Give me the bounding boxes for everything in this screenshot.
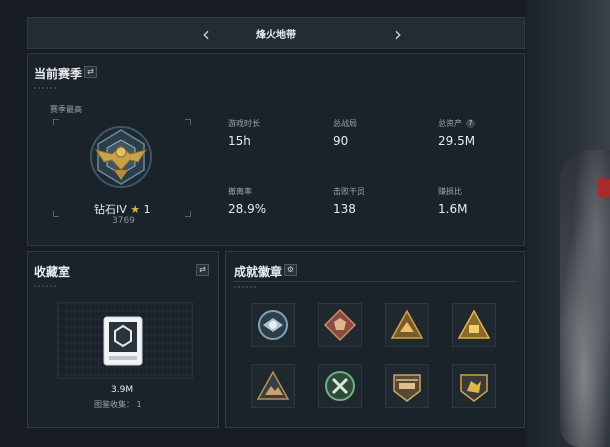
- season-title: 当前赛季: [34, 67, 83, 81]
- diamond-rank-emblem-icon: [90, 126, 152, 188]
- stat-play-time: 游戏时长 15h: [228, 119, 260, 148]
- achievements-title: 成就徽章: [234, 265, 283, 279]
- shield-wings-badge-icon[interactable]: [251, 303, 295, 347]
- cargo-triangle-badge-icon[interactable]: [452, 303, 496, 347]
- map-selector-bar: ‹ 烽火地带 ›: [27, 17, 525, 49]
- swap-icon[interactable]: ⇄: [84, 66, 97, 78]
- stat-total-assets: 总资产? 29.5M: [438, 119, 476, 148]
- green-cross-badge-icon[interactable]: [318, 364, 362, 408]
- map-title: 烽火地带: [256, 29, 296, 41]
- gear-icon[interactable]: ⚙: [284, 264, 297, 276]
- mountain-triangle-badge-icon[interactable]: [251, 364, 295, 408]
- collection-title: 收藏室: [34, 265, 71, 279]
- chevron-left-icon[interactable]: ‹: [196, 24, 216, 44]
- season-best-label: 赛季最高: [50, 105, 82, 114]
- stat-profit-ratio: 赚损比 1.6M: [438, 187, 468, 216]
- season-panel: 当前赛季 ⇄ 赛季最高 钻石IV ★ 1 3769 游戏时长 15h 总战局 9…: [27, 53, 525, 246]
- rank-name: 钻石IV ★ 1: [94, 203, 151, 216]
- chevron-right-icon[interactable]: ›: [388, 24, 408, 44]
- vault-case-icon: [103, 316, 143, 366]
- star-icon: ★: [130, 203, 141, 216]
- character-accent: [598, 178, 610, 198]
- collection-count: 图鉴收集： 1: [94, 400, 142, 409]
- stat-kills: 击败干员 138: [333, 187, 365, 216]
- helicopter-badge-icon[interactable]: [385, 364, 429, 408]
- swap-icon[interactable]: ⇄: [196, 264, 209, 276]
- title-decoration: [34, 87, 56, 89]
- beast-shield-badge-icon[interactable]: [452, 364, 496, 408]
- achievements-panel: 成就徽章 ⚙: [225, 251, 525, 428]
- title-decoration: [34, 285, 56, 287]
- hunter-triangle-badge-icon[interactable]: [385, 303, 429, 347]
- rank-score: 3769: [112, 216, 135, 226]
- stat-total-matches: 总战局 90: [333, 119, 357, 148]
- help-icon[interactable]: ?: [466, 119, 475, 128]
- collection-panel[interactable]: 收藏室 ⇄ 3.9M 图鉴收集： 1: [27, 251, 219, 428]
- dragon-emblem-badge-icon[interactable]: [318, 303, 362, 347]
- collection-value: 3.9M: [111, 385, 134, 395]
- title-decoration: [234, 286, 256, 288]
- divider: [234, 281, 518, 282]
- stat-extract-rate: 撤离率 28.9%: [228, 187, 267, 216]
